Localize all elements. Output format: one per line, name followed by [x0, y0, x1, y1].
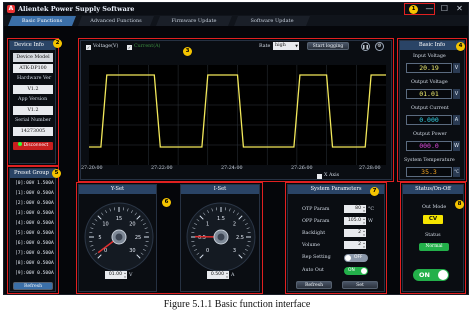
tab-firmware-update[interactable]: Firmware Update — [156, 16, 232, 26]
annotation-box-2 — [7, 38, 59, 166]
tab-advanced-functions[interactable]: Advanced Functions — [78, 16, 154, 26]
marker-8: 8 — [455, 200, 464, 209]
marker-7: 7 — [370, 187, 379, 196]
annotation-box-3 — [78, 38, 394, 182]
app-logo-icon: A — [7, 5, 15, 13]
close-button[interactable]: ✕ — [454, 4, 465, 14]
marker-5: 5 — [52, 169, 61, 178]
annotation-box-8 — [400, 182, 466, 294]
marker-6: 6 — [162, 198, 171, 207]
marker-4: 4 — [456, 42, 465, 51]
maximize-button[interactable]: ☐ — [439, 4, 450, 14]
window-title: Alientek Power Supply Software — [18, 5, 135, 13]
marker-3: 3 — [183, 47, 192, 56]
tab-basic-functions[interactable]: Basic Functions — [8, 16, 76, 26]
annotation-box-5 — [7, 166, 59, 294]
tab-bar: Basic Functions Advanced Functions Firmw… — [4, 15, 468, 26]
app-window: A Alientek Power Supply Software ⚙ — ☐ ✕… — [3, 2, 469, 295]
marker-1: 1 — [409, 5, 418, 14]
figure-caption: Figure 5.1.1 Basic function interface — [163, 299, 311, 310]
title-bar: A Alientek Power Supply Software ⚙ — ☐ ✕ — [4, 3, 468, 15]
annotation-box-4 — [397, 38, 467, 182]
tab-software-update[interactable]: Software Update — [234, 16, 310, 26]
annotation-box-7 — [285, 182, 387, 294]
marker-2: 2 — [53, 39, 62, 48]
